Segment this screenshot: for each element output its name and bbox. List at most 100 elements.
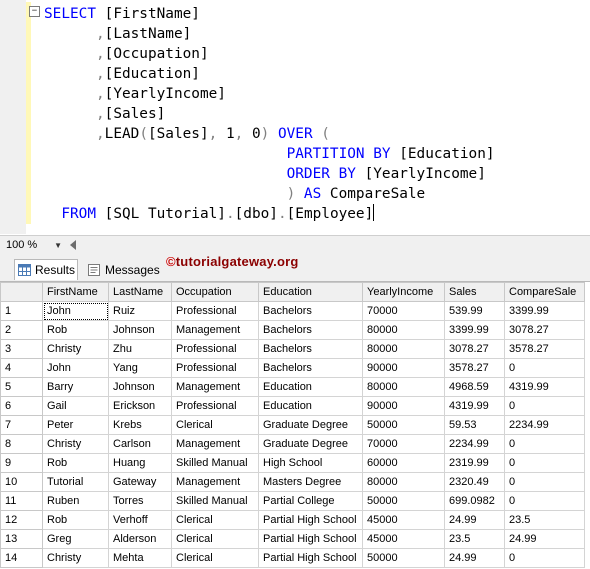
table-cell[interactable]: Management (171, 472, 259, 492)
row-number[interactable]: 11 (0, 491, 43, 511)
row-number[interactable]: 13 (0, 529, 43, 549)
table-cell[interactable]: Bachelors (258, 320, 363, 340)
code-area[interactable]: SELECT [FirstName] ,[LastName] ,[Occupat… (44, 4, 495, 224)
table-cell[interactable]: Partial College (258, 491, 363, 511)
code-line[interactable]: ) AS CompareSale (44, 184, 495, 204)
code-line[interactable]: ,[Education] (44, 64, 495, 84)
code-line[interactable]: ,[Occupation] (44, 44, 495, 64)
table-cell[interactable]: 59.53 (444, 415, 505, 435)
table-cell[interactable]: Rob (42, 320, 109, 340)
table-cell[interactable]: Rob (42, 453, 109, 473)
table-cell[interactable]: Clerical (171, 510, 259, 530)
table-cell[interactable]: 70000 (362, 434, 445, 454)
row-number[interactable]: 8 (0, 434, 43, 454)
table-cell[interactable]: Christy (42, 339, 109, 359)
table-row[interactable]: 3 Christy Zhu Professional Bachelors 80000 307… (0, 339, 585, 359)
table-cell[interactable]: Christy (42, 548, 109, 568)
table-cell[interactable]: 70000 (362, 301, 445, 321)
table-row[interactable]: 6 Gail Erickson Professional Education 90000 4… (0, 396, 585, 416)
table-cell[interactable]: 539.99 (444, 301, 505, 321)
table-cell[interactable]: 45000 (362, 529, 445, 549)
table-cell[interactable]: Clerical (171, 415, 259, 435)
table-row[interactable]: 8 Christy Carlson Management Graduate Degree… (0, 434, 585, 454)
table-cell[interactable]: Partial High School (258, 529, 363, 549)
table-cell[interactable]: High School (258, 453, 363, 473)
table-row[interactable]: 9 Rob Huang Skilled Manual High School 60000 2… (0, 453, 585, 473)
code-line[interactable]: PARTITION BY [Education] (44, 144, 495, 164)
table-cell[interactable]: 3578.27 (504, 339, 585, 359)
scroll-left-icon[interactable] (70, 240, 76, 250)
table-cell[interactable]: 3399.99 (444, 320, 505, 340)
row-number[interactable]: 1 (0, 301, 43, 321)
table-cell[interactable]: Bachelors (258, 339, 363, 359)
table-cell[interactable]: 2320.49 (444, 472, 505, 492)
table-cell[interactable]: 3399.99 (504, 301, 585, 321)
table-cell[interactable]: Zhu (108, 339, 172, 359)
row-number[interactable]: 6 (0, 396, 43, 416)
table-cell[interactable]: Huang (108, 453, 172, 473)
table-cell[interactable]: 80000 (362, 339, 445, 359)
table-cell[interactable]: Ruiz (108, 301, 172, 321)
collapse-icon[interactable]: − (29, 6, 40, 17)
table-cell[interactable]: Johnson (108, 320, 172, 340)
column-header[interactable]: YearlyIncome (362, 282, 445, 302)
table-cell[interactable]: Education (258, 377, 363, 397)
code-line[interactable]: ,[Sales] (44, 104, 495, 124)
table-cell[interactable]: Clerical (171, 529, 259, 549)
table-cell[interactable]: 3078.27 (444, 339, 505, 359)
table-cell[interactable]: 0 (504, 491, 585, 511)
table-cell[interactable]: 24.99 (504, 529, 585, 549)
tab-messages[interactable]: Messages (84, 259, 160, 280)
table-cell[interactable]: Management (171, 377, 259, 397)
row-number[interactable]: 10 (0, 472, 43, 492)
table-cell[interactable]: Greg (42, 529, 109, 549)
table-cell[interactable]: 50000 (362, 548, 445, 568)
table-cell[interactable]: Yang (108, 358, 172, 378)
table-cell[interactable]: 0 (504, 453, 585, 473)
row-number[interactable]: 2 (0, 320, 43, 340)
table-cell[interactable]: 699.0982 (444, 491, 505, 511)
row-number[interactable]: 14 (0, 548, 43, 568)
table-cell[interactable]: 2234.99 (504, 415, 585, 435)
table-cell[interactable]: Partial High School (258, 510, 363, 530)
sql-editor[interactable]: − SELECT [FirstName] ,[LastName] ,[Occup… (0, 0, 590, 234)
table-cell[interactable]: 80000 (362, 472, 445, 492)
table-cell[interactable]: 4319.99 (504, 377, 585, 397)
table-cell[interactable]: 3578.27 (444, 358, 505, 378)
table-cell[interactable]: Skilled Manual (171, 453, 259, 473)
table-row[interactable]: 7 Peter Krebs Clerical Graduate Degree 50000 5… (0, 415, 585, 435)
table-row[interactable]: 5 Barry Johnson Management Education 80000 496… (0, 377, 585, 397)
row-number[interactable]: 7 (0, 415, 43, 435)
column-header[interactable]: Sales (444, 282, 505, 302)
table-cell[interactable]: Bachelors (258, 358, 363, 378)
table-row[interactable]: 14 Christy Mehta Clerical Partial High Schoo… (0, 548, 585, 568)
table-cell[interactable]: Carlson (108, 434, 172, 454)
table-cell[interactable]: 0 (504, 434, 585, 454)
zoom-dropdown[interactable]: 100 % ▼ (2, 238, 64, 253)
table-cell[interactable]: Management (171, 320, 259, 340)
tab-results[interactable]: Results (14, 259, 78, 280)
table-row[interactable]: 12 Rob Verhoff Clerical Partial High School 4… (0, 510, 585, 530)
table-cell[interactable]: 2234.99 (444, 434, 505, 454)
table-cell[interactable]: Ruben (42, 491, 109, 511)
table-row[interactable]: 10 Tutorial Gateway Management Masters Degre… (0, 472, 585, 492)
table-cell[interactable]: Management (171, 434, 259, 454)
table-cell[interactable]: Torres (108, 491, 172, 511)
row-number[interactable]: 4 (0, 358, 43, 378)
table-cell[interactable]: 0 (504, 396, 585, 416)
column-header[interactable]: Education (258, 282, 363, 302)
table-row[interactable]: 4 John Yang Professional Bachelors 90000 3578.… (0, 358, 585, 378)
column-header[interactable]: FirstName (42, 282, 109, 302)
table-cell[interactable]: 0 (504, 358, 585, 378)
table-cell[interactable]: 45000 (362, 510, 445, 530)
results-grid[interactable]: FirstName LastName Occupation Education Year… (0, 281, 590, 569)
table-cell[interactable]: Erickson (108, 396, 172, 416)
table-cell[interactable]: Skilled Manual (171, 491, 259, 511)
row-number[interactable]: 12 (0, 510, 43, 530)
table-cell[interactable]: Professional (171, 396, 259, 416)
table-cell[interactable]: Bachelors (258, 301, 363, 321)
code-line[interactable]: FROM [SQL Tutorial].[dbo].[Employee] (44, 204, 495, 224)
table-cell[interactable]: Mehta (108, 548, 172, 568)
table-cell[interactable]: 4319.99 (444, 396, 505, 416)
table-row[interactable]: 13 Greg Alderson Clerical Partial High Schoo… (0, 529, 585, 549)
